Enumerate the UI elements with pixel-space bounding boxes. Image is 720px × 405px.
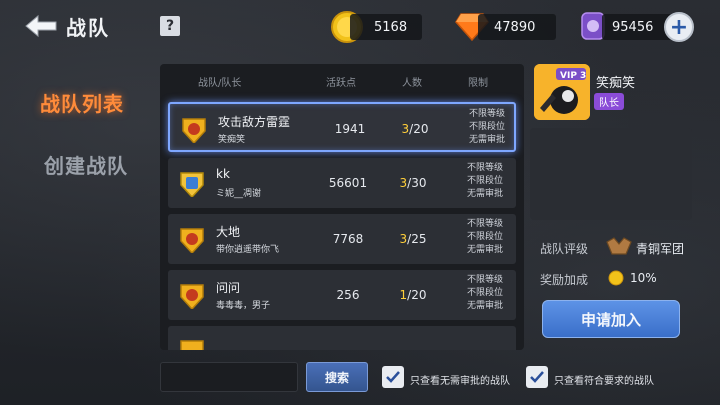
player-avatar[interactable]: VIP 3: [534, 64, 590, 120]
table-row[interactable]: kk ミ妮__凋谢 56601 3/30 不限等级 不限段位 无需审批: [168, 158, 516, 208]
team-leader: ミ妮__凋谢: [216, 189, 262, 199]
team-member-count: 1/20: [399, 288, 427, 302]
team-rank-value: 青铜军团: [636, 242, 685, 256]
page-title: 战队: [66, 16, 110, 40]
team-name: kk: [216, 167, 230, 181]
team-restrictions: 不限等级 不限段位 无需审批: [466, 163, 503, 199]
coin-value: 5168: [374, 19, 408, 35]
team-member-count: 3/20: [401, 122, 429, 136]
gem-counter: 47890: [478, 14, 556, 40]
team-name: 问问: [216, 281, 241, 295]
team-list-panel: 战队/队长 活跃点 人数 限制 攻击敌方雷霆 笑痴笑 1941 3/20 不限等…: [160, 64, 524, 350]
team-badge-icon: [180, 340, 204, 350]
top-bar: 战队 ? 5168 47890 95456 +: [0, 0, 720, 52]
checkmark-icon: [530, 371, 544, 383]
team-name: 攻击敌方雷霆: [218, 115, 291, 129]
gem-value: 47890: [494, 19, 536, 35]
team-leader: 笑痴笑: [218, 135, 246, 145]
no-approval-label: 只查看无需审批的战队: [410, 376, 510, 387]
team-member-count: 3/30: [399, 176, 427, 190]
search-input[interactable]: [160, 362, 298, 392]
help-button[interactable]: ?: [160, 16, 180, 36]
column-members: 人数: [402, 78, 422, 89]
team-activity: 256: [336, 288, 360, 302]
eligible-label: 只查看符合要求的战队: [554, 376, 654, 387]
team-name: 大地: [216, 225, 241, 239]
gold-coin-icon: [608, 270, 624, 286]
tab-team-list[interactable]: 战队列表: [40, 88, 124, 117]
team-rank-label: 战队评级: [540, 242, 589, 256]
player-name: 笑痴笑: [596, 76, 636, 91]
tab-create-team[interactable]: 创建战队: [44, 150, 128, 179]
team-leader: 带你逍遥带你飞: [216, 245, 280, 255]
team-leader: 毒毒毒，男子: [216, 301, 271, 311]
no-approval-checkbox[interactable]: [382, 366, 404, 388]
team-badge-icon: [180, 172, 204, 197]
team-activity: 1941: [334, 122, 366, 136]
table-header: 战队/队长 活跃点 人数 限制: [160, 64, 524, 96]
avatar-portrait-icon: VIP 3: [534, 64, 590, 120]
add-currency-button[interactable]: +: [664, 12, 694, 42]
team-badge-icon: [180, 284, 204, 309]
back-button[interactable]: [22, 12, 60, 40]
column-team-leader: 战队/队长: [198, 78, 242, 89]
reward-bonus-value: 10%: [630, 271, 657, 285]
checkmark-icon: [386, 371, 400, 383]
role-badge: 队长: [594, 93, 624, 110]
team-member-count: 3/25: [399, 232, 427, 246]
orb-value: 95456: [612, 19, 654, 35]
team-description-box: [530, 128, 692, 220]
back-arrow-icon: [25, 14, 57, 38]
vip-level: VIP 3: [560, 71, 586, 81]
team-badge-icon: [182, 118, 206, 143]
search-button[interactable]: 搜索: [306, 362, 368, 392]
team-activity: 56601: [328, 176, 368, 190]
team-restrictions: 不限等级 不限段位 无需审批: [466, 275, 503, 311]
apply-join-button[interactable]: 申请加入: [542, 300, 680, 338]
column-activity: 活跃点: [326, 78, 356, 89]
team-restrictions: 不限等级 不限段位 无需审批: [468, 109, 505, 145]
team-badge-icon: [180, 228, 204, 253]
team-activity: 7768: [332, 232, 364, 246]
team-restrictions: 不限等级 不限段位 无需审批: [466, 219, 503, 255]
bronze-rank-icon: [606, 237, 632, 255]
table-row[interactable]: 大地 带你逍遥带你飞 7768 3/25 不限等级 不限段位 无需审批: [168, 214, 516, 264]
reward-bonus-label: 奖励加成: [540, 273, 589, 287]
eligible-checkbox[interactable]: [526, 366, 548, 388]
coin-counter: 5168: [350, 14, 422, 40]
table-row[interactable]: 攻击敌方雷霆 笑痴笑 1941 3/20 不限等级 不限段位 无需审批: [168, 102, 516, 152]
column-restrictions: 限制: [468, 78, 488, 89]
table-row[interactable]: [168, 326, 516, 350]
table-row[interactable]: 问问 毒毒毒，男子 256 1/20 不限等级 不限段位 无需审批: [168, 270, 516, 320]
